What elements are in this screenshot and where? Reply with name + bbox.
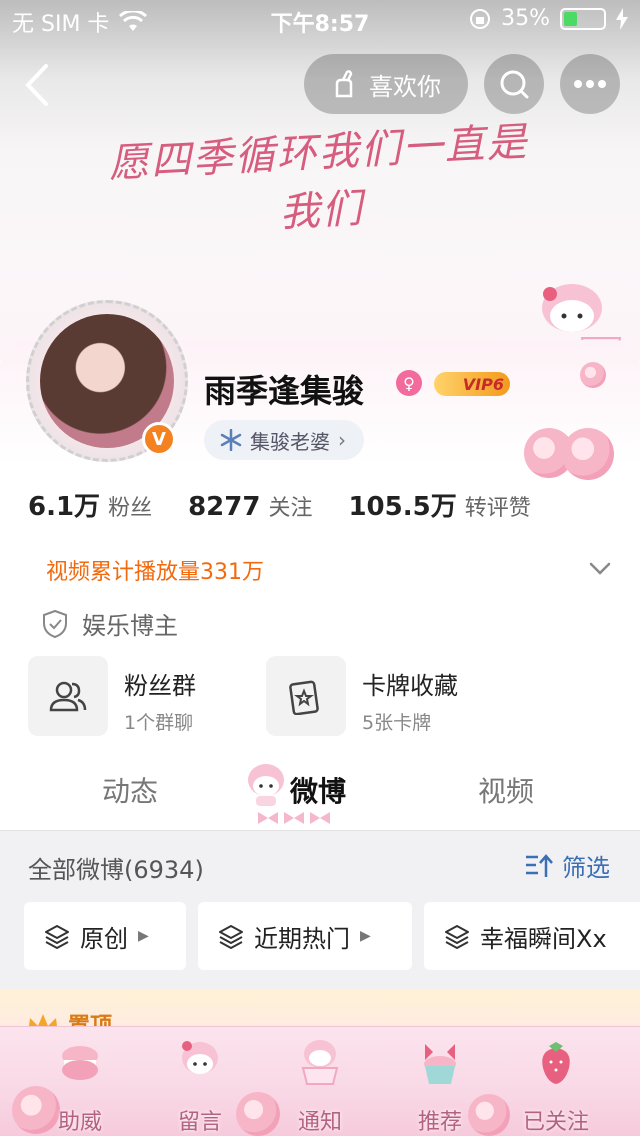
vip-badge[interactable]: VIP6 xyxy=(434,372,510,396)
bottom-notify-button[interactable]: 通知 xyxy=(270,1036,370,1136)
interactions-label: 转评赞 xyxy=(464,496,531,521)
filter-label: 筛选 xyxy=(562,854,610,882)
strawberry-icon xyxy=(542,1042,570,1084)
snowflake-icon xyxy=(220,429,242,451)
layers-icon xyxy=(445,925,469,949)
rotation-lock-icon xyxy=(470,8,491,29)
card-collection-title[interactable]: 卡牌收藏 xyxy=(362,666,458,701)
bottom-message-label: 留言 xyxy=(177,1110,222,1135)
chip-recent-hot-label: 近期热门 xyxy=(254,924,350,953)
caret-right-icon: ▶ xyxy=(138,928,149,944)
followers-stat[interactable]: 6.1万 粉丝 xyxy=(28,486,152,523)
bottom-recommend-button[interactable]: 推荐 xyxy=(390,1036,490,1136)
filter-button[interactable]: 筛选 xyxy=(524,848,610,883)
card-collection-tile[interactable] xyxy=(266,656,346,736)
tab-weibo[interactable]: 微博 xyxy=(290,770,346,810)
caret-right-icon: ▶ xyxy=(360,928,371,944)
finger-heart-icon xyxy=(335,70,353,98)
profile-signature: 愿四季循环我们一直是我们 xyxy=(107,119,530,237)
fan-group-tag[interactable]: 集骏老婆 › xyxy=(204,420,364,460)
vip-label: VIP6 xyxy=(462,374,504,394)
cupcake-icon xyxy=(424,1044,456,1084)
fan-group-subtitle: 1个群聊 xyxy=(124,712,194,734)
battery-icon xyxy=(560,7,606,30)
chevron-right-icon: › xyxy=(338,428,346,452)
video-play-count: 视频累计播放量331万 xyxy=(46,560,264,585)
interactions-count: 105.5万 xyxy=(348,492,457,522)
card-star-icon xyxy=(289,680,319,715)
bottom-cheer-button[interactable]: 助威 xyxy=(30,1036,130,1136)
bottom-message-button[interactable]: 留言 xyxy=(150,1036,250,1136)
macaron-icon xyxy=(62,1046,98,1080)
more-button[interactable] xyxy=(560,54,620,114)
melody-tab-icon xyxy=(248,764,284,806)
female-icon: ♀ xyxy=(396,370,422,396)
chip-happy-moments-label: 幸福瞬间Xx xyxy=(480,924,607,953)
category-row: 娱乐博主 xyxy=(42,606,178,641)
battery-fill xyxy=(564,11,578,26)
fan-group-tile[interactable] xyxy=(28,656,108,736)
rose-decoration xyxy=(562,428,614,480)
followers-label: 粉丝 xyxy=(108,496,153,521)
bottom-cheer-label: 助威 xyxy=(57,1110,102,1135)
search-icon xyxy=(500,70,529,99)
bunny-cup-icon xyxy=(301,1040,339,1085)
card-collection-subtitle: 5张卡牌 xyxy=(362,712,432,734)
back-button[interactable] xyxy=(18,60,58,110)
battery-percent: 35% xyxy=(501,6,550,31)
layers-icon xyxy=(219,925,243,949)
following-stat[interactable]: 8277 关注 xyxy=(188,490,312,522)
like-you-button[interactable]: 喜欢你 xyxy=(304,54,468,114)
layers-icon xyxy=(45,925,69,949)
fan-group-tag-label: 集骏老婆 xyxy=(250,429,330,454)
rose-decoration xyxy=(580,362,606,388)
chip-original-label: 原创 xyxy=(80,924,128,953)
chip-recent-hot[interactable]: 近期热门 ▶ xyxy=(198,902,412,970)
shield-check-icon xyxy=(43,609,67,638)
chevron-left-icon xyxy=(25,64,48,106)
filter-sort-icon xyxy=(526,853,553,877)
more-dots-icon xyxy=(574,80,606,88)
status-right: 35% xyxy=(469,6,628,31)
verified-badge-icon: V xyxy=(142,422,176,456)
category-label: 娱乐博主 xyxy=(82,612,178,640)
bottom-recommend-label: 推荐 xyxy=(417,1110,462,1135)
interactions-stat[interactable]: 105.5万 转评赞 xyxy=(348,486,530,523)
bow-ribbon-icon xyxy=(258,812,330,824)
tab-dynamic[interactable]: 动态 xyxy=(102,770,158,810)
following-count: 8277 xyxy=(188,492,261,522)
bottom-followed-label: 已关注 xyxy=(522,1110,589,1135)
tab-video[interactable]: 视频 xyxy=(478,770,534,810)
status-bar: 无 SIM 卡 下午8:57 35% xyxy=(0,0,640,40)
bottom-followed-button[interactable]: 已关注 xyxy=(506,1036,606,1136)
following-label: 关注 xyxy=(268,496,313,521)
fan-group-title[interactable]: 粉丝群 xyxy=(124,666,196,701)
chevron-down-icon[interactable] xyxy=(588,556,612,580)
charging-bolt-icon xyxy=(616,7,628,30)
bottom-notify-label: 通知 xyxy=(297,1110,342,1135)
chip-happy-moments[interactable]: 幸福瞬间Xx xyxy=(424,902,640,970)
followers-count: 6.1万 xyxy=(28,492,101,522)
profile-stats: 6.1万 粉丝 8277 关注 105.5万 转评赞 xyxy=(28,486,567,523)
like-you-label: 喜欢你 xyxy=(369,72,441,101)
weibo-count-label: 全部微博(6934) xyxy=(28,856,204,884)
search-button[interactable] xyxy=(484,54,544,114)
bunny-icon xyxy=(182,1041,218,1074)
group-users-icon xyxy=(49,681,87,712)
profile-name: 雨季逢集骏 xyxy=(204,372,365,410)
chip-original[interactable]: 原创 ▶ xyxy=(24,902,186,970)
